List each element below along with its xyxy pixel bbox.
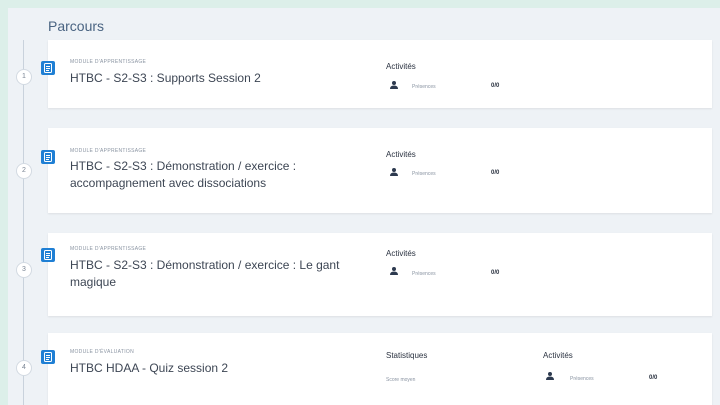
document-list-icon bbox=[41, 248, 55, 262]
activities-label: Activités bbox=[386, 62, 416, 71]
module-kicker: Module d'apprentissage bbox=[70, 59, 147, 65]
step-number-1: 1 bbox=[16, 69, 32, 85]
presence-label: Présences bbox=[412, 84, 436, 90]
activities-label: Activités bbox=[386, 150, 416, 159]
module-title[interactable]: HTBC - S2-S3 : Supports Session 2 bbox=[70, 70, 350, 87]
person-icon bbox=[390, 168, 398, 176]
presence-count: 0/0 bbox=[491, 170, 500, 176]
step-number-4: 4 bbox=[16, 360, 32, 376]
person-icon bbox=[546, 372, 554, 380]
module-title[interactable]: HTBC - S2-S3 : Démonstration / exercice … bbox=[70, 158, 320, 192]
presence-label: Présences bbox=[412, 271, 436, 277]
score-label: Score moyen bbox=[386, 377, 416, 383]
module-kicker: Module d'apprentissage bbox=[70, 148, 147, 154]
presence-label: Présences bbox=[412, 171, 436, 177]
module-title[interactable]: HTBC - S2-S3 : Démonstration / exercice … bbox=[70, 257, 370, 291]
statistics-label: Statistiques bbox=[386, 351, 428, 360]
presence-count: 0/0 bbox=[491, 270, 500, 276]
step-number-3: 3 bbox=[16, 262, 32, 278]
presence-count: 0/0 bbox=[649, 375, 658, 381]
step-number-2: 2 bbox=[16, 163, 32, 179]
activities-label: Activités bbox=[386, 249, 416, 258]
timeline-line bbox=[23, 40, 24, 405]
module-title[interactable]: HTBC HDAA - Quiz session 2 bbox=[70, 360, 350, 377]
document-list-icon bbox=[41, 350, 55, 364]
activities-label: Activités bbox=[543, 351, 573, 360]
presence-label: Présences bbox=[570, 376, 594, 382]
module-kicker: Module d'évaluation bbox=[70, 349, 134, 355]
presence-count: 0/0 bbox=[491, 83, 500, 89]
document-list-icon bbox=[41, 61, 55, 75]
document-list-icon bbox=[41, 150, 55, 164]
module-kicker: Module d'apprentissage bbox=[70, 246, 147, 252]
page-title: Parcours bbox=[48, 18, 105, 34]
person-icon bbox=[390, 267, 398, 275]
person-icon bbox=[390, 81, 398, 89]
